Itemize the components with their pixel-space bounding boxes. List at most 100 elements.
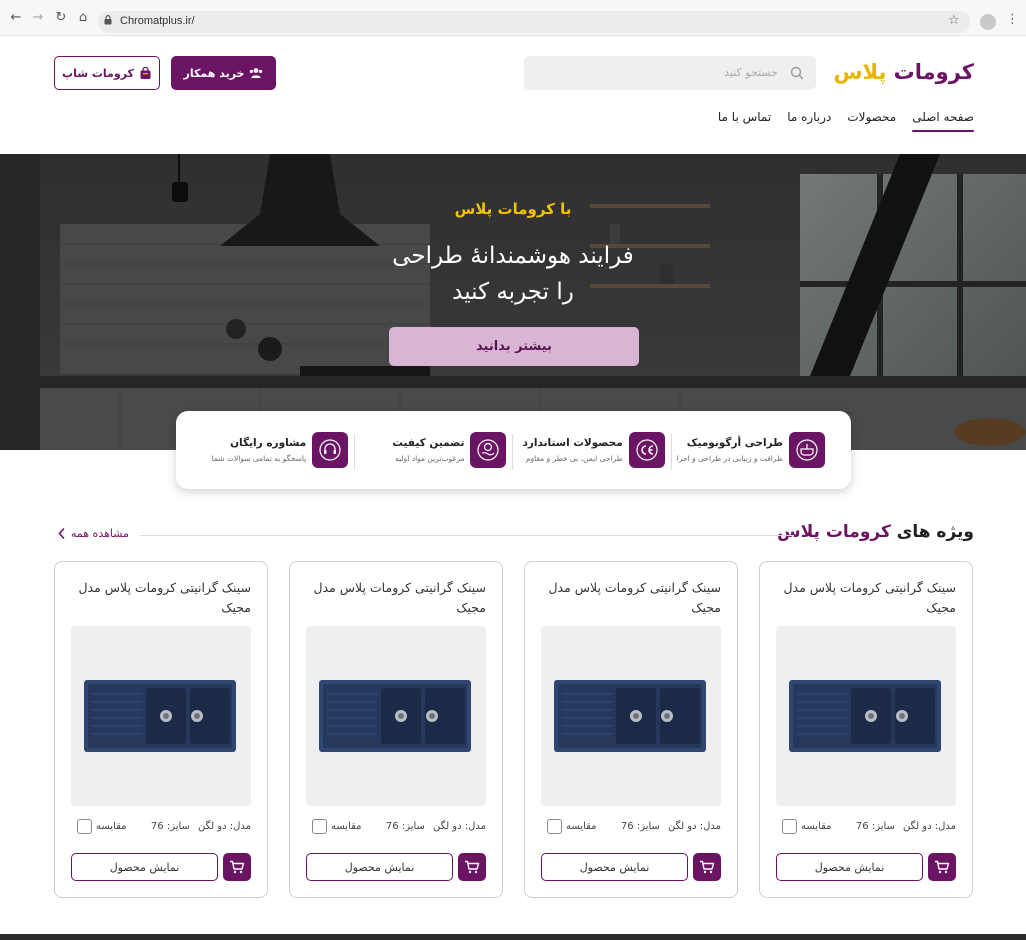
feature-consulting: مشاوره رایگان پاسخگو به تمامی سوالات شما	[196, 432, 356, 470]
product-card[interactable]: سینک گرانیتی کرومات پلاس مدل مجیک مدل: د…	[54, 561, 268, 898]
sink-image	[84, 680, 236, 752]
compare-toggle[interactable]: مقایسه	[782, 819, 832, 834]
hero-title-line2: را تجربه کنید	[452, 279, 574, 305]
chromat-shop-button[interactable]: کرومات شاپ	[54, 56, 160, 90]
feature-title: تضمین کیفیت	[392, 437, 465, 449]
product-meta: مدل: دو لگن سایز: 76	[386, 821, 486, 832]
section-title-main: ویژه های	[896, 522, 974, 542]
sink-icon	[789, 432, 825, 468]
view-all-label: مشاهده همه	[71, 527, 129, 540]
hero-title-line1: فرایند هوشمندانهٔ طراحی	[392, 243, 634, 269]
show-product-button[interactable]: نمایش محصول	[71, 853, 218, 881]
compare-toggle[interactable]: مقایسه	[77, 819, 127, 834]
nav-item-home[interactable]: صفحه اصلی	[912, 110, 974, 132]
footer-edge	[0, 934, 1026, 940]
bookmark-star-icon[interactable]: ☆	[948, 13, 960, 28]
home-icon[interactable]: ⌂	[75, 10, 91, 26]
add-to-cart-button[interactable]	[458, 853, 486, 881]
reload-icon[interactable]: ↻	[53, 10, 69, 26]
section-divider	[140, 535, 794, 536]
product-size: سایز: 76	[620, 821, 660, 832]
product-card[interactable]: سینک گرانیتی کرومات پلاس مدل مجیک مدل: د…	[289, 561, 503, 898]
add-to-cart-button[interactable]	[693, 853, 721, 881]
feature-standard: محصولات استاندارد طراحی ایمن، بی خطر و م…	[512, 432, 672, 470]
show-product-button[interactable]: نمایش محصول	[541, 853, 688, 881]
product-size: سایز: 76	[385, 821, 425, 832]
cart-icon	[230, 860, 245, 874]
profile-avatar[interactable]	[980, 14, 996, 30]
feature-ergonomic: طراحی أرگونومیک ظرافت و زیبایی در طراحی …	[671, 432, 831, 468]
product-title[interactable]: سینک گرانیتی کرومات پلاس مدل مجیک	[306, 578, 486, 618]
section-title-accent: کرومات پلاس	[777, 522, 891, 542]
add-to-cart-button[interactable]	[223, 853, 251, 881]
features-bar: طراحی أرگونومیک ظرافت و زیبایی در طراحی …	[176, 411, 851, 489]
learn-more-button[interactable]: بیشتر بدانید	[389, 327, 639, 366]
hero-banner: با کرومات پلاس فرایند هوشمندانهٔ طراحی ر…	[0, 154, 1026, 450]
product-meta: مدل: دو لگن سایز: 76	[151, 821, 251, 832]
compare-label: مقایسه	[801, 821, 832, 832]
cart-icon	[700, 860, 715, 874]
lock-icon	[104, 15, 112, 25]
product-size: سایز: 76	[150, 821, 190, 832]
cart-icon	[465, 860, 480, 874]
product-image[interactable]	[541, 626, 721, 806]
sink-image	[789, 680, 941, 752]
sink-image	[554, 680, 706, 752]
partners-icon	[250, 68, 263, 78]
product-image[interactable]	[71, 626, 251, 806]
compare-checkbox[interactable]	[77, 819, 92, 834]
product-title[interactable]: سینک گرانیتی کرومات پلاس مدل مجیک	[541, 578, 721, 618]
product-meta: مدل: دو لگن سایز: 76	[621, 821, 721, 832]
compare-toggle[interactable]: مقایسه	[312, 819, 362, 834]
sink-image	[319, 680, 471, 752]
quality-hand-icon	[470, 432, 507, 468]
search-input[interactable]: جستجو کنید	[524, 56, 816, 90]
feature-desc: مرغوب‌ترین مواد اولیه	[395, 454, 465, 463]
product-model: مدل: دو لگن	[197, 821, 251, 832]
search-icon	[790, 66, 804, 80]
logo-accent: پلاس	[833, 60, 887, 84]
show-product-button[interactable]: نمایش محصول	[306, 853, 453, 881]
compare-checkbox[interactable]	[312, 819, 327, 834]
product-title[interactable]: سینک گرانیتی کرومات پلاس مدل مجیک	[71, 578, 251, 618]
feature-desc: ظرافت و زیبایی در طراحی و اجرا	[676, 454, 783, 463]
ce-icon	[628, 432, 665, 468]
add-to-cart-button[interactable]	[928, 853, 956, 881]
address-bar[interactable]	[98, 11, 970, 33]
search-placeholder: جستجو کنید	[724, 66, 778, 79]
forward-icon[interactable]: →	[30, 10, 46, 26]
nav-item-about[interactable]: درباره ما	[787, 110, 831, 132]
back-icon[interactable]: ←	[8, 10, 24, 26]
product-card[interactable]: سینک گرانیتی کرومات پلاس مدل مجیک مدل: د…	[759, 561, 973, 898]
hero-title: فرایند هوشمندانهٔ طراحی را تجربه کنید	[0, 238, 1026, 310]
compare-label: مقایسه	[566, 821, 597, 832]
view-all-link[interactable]: مشاهده همه	[58, 527, 129, 540]
product-model: مدل: دو لگن	[667, 821, 721, 832]
chromat-shop-label: کرومات شاپ	[62, 66, 134, 80]
site-logo[interactable]: کرومات پلاس	[834, 60, 974, 84]
feature-title: محصولات استاندارد	[522, 437, 623, 449]
show-product-button[interactable]: نمایش محصول	[776, 853, 923, 881]
product-image[interactable]	[306, 626, 486, 806]
product-meta: مدل: دو لگن سایز: 76	[856, 821, 956, 832]
browser-toolbar: ← → ↻ ⌂ Chromatplus.ir/ ☆ ⋮	[0, 0, 1026, 36]
url-text: Chromatplus.ir/	[120, 15, 195, 27]
product-title[interactable]: سینک گرانیتی کرومات پلاس مدل مجیک	[776, 578, 956, 618]
nav-item-contact[interactable]: تماس با ما	[718, 110, 771, 132]
chevron-left-icon	[58, 528, 65, 539]
browser-menu-icon[interactable]: ⋮	[1006, 12, 1019, 27]
compare-label: مقایسه	[331, 821, 362, 832]
main-navigation: صفحه اصلی محصولات درباره ما تماس با ما	[718, 110, 974, 132]
product-image[interactable]	[776, 626, 956, 806]
compare-toggle[interactable]: مقایسه	[547, 819, 597, 834]
product-model: مدل: دو لگن	[902, 821, 956, 832]
product-card[interactable]: سینک گرانیتی کرومات پلاس مدل مجیک مدل: د…	[524, 561, 738, 898]
compare-checkbox[interactable]	[782, 819, 797, 834]
feature-quality: تضمین کیفیت مرغوب‌ترین مواد اولیه	[354, 432, 514, 470]
nav-item-products[interactable]: محصولات	[847, 110, 896, 132]
cart-icon	[935, 860, 950, 874]
hero-kicker: با کرومات پلاس	[454, 200, 572, 218]
compare-checkbox[interactable]	[547, 819, 562, 834]
section-title: ویژه های کرومات پلاس	[777, 522, 974, 542]
partner-purchase-button[interactable]: خرید همکار	[171, 56, 276, 90]
